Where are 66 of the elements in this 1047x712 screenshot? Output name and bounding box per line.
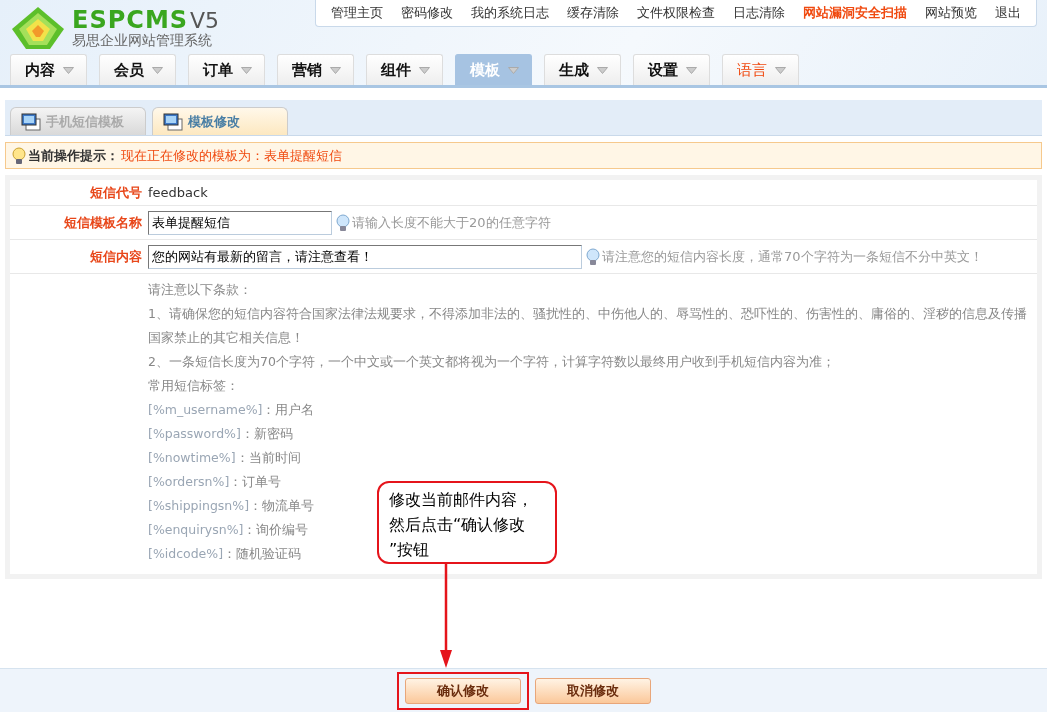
top-link[interactable]: 密码修改 <box>392 3 462 23</box>
tip-message: 现在正在修改的模板为：表单提醒短信 <box>121 146 342 165</box>
caret-icon <box>508 66 519 74</box>
nav-tab[interactable]: 内容 <box>10 54 87 85</box>
cancel-button[interactable]: 取消修改 <box>534 677 651 704</box>
note-text: 2、一条短信长度为70个字符，一个中文或一个英文都将视为一个字符，计算字符数以最终用户收到手机短信内容为准； <box>148 353 836 371</box>
top-link[interactable]: 我的系统日志 <box>462 3 558 23</box>
subtab[interactable]: 模板修改 <box>152 107 288 135</box>
top-link[interactable]: 退出 <box>986 3 1030 23</box>
caret-icon <box>597 66 608 74</box>
input-field[interactable]: 表单提醒短信 <box>148 210 332 235</box>
caret-icon <box>63 66 74 74</box>
nav-tab[interactable]: 设置 <box>633 54 710 85</box>
tag-description: ：当前时间 <box>235 450 301 465</box>
nav-tab[interactable]: 生成 <box>544 54 621 85</box>
caret-icon <box>152 66 163 74</box>
caret-icon <box>419 66 430 74</box>
caret-icon <box>330 66 341 74</box>
caret-icon <box>241 66 252 74</box>
top-link[interactable]: 网站预览 <box>916 3 986 23</box>
tag-description: ：询价编号 <box>243 522 309 537</box>
caret-icon <box>686 66 697 74</box>
top-link[interactable]: 缓存清除 <box>558 3 628 23</box>
nav-tab[interactable]: 营销 <box>277 54 354 85</box>
field-label: 短信模板名称 <box>63 213 143 232</box>
logo-wordmark: ESPCMS <box>72 7 189 32</box>
tag-code: [%m_username%] <box>148 402 263 417</box>
lightbulb-icon <box>586 247 600 266</box>
tag-description: ：新密码 <box>240 426 293 441</box>
nav-tab[interactable]: 订单 <box>188 54 265 85</box>
tag-description: ：物流单号 <box>249 498 315 513</box>
input-field[interactable]: 您的网站有最新的留言，请注意查看！ <box>148 244 582 269</box>
tag-description: ：用户名 <box>262 402 315 417</box>
note-text: 常用短信标签： <box>148 377 240 395</box>
tag-description: ：随机验证码 <box>223 546 302 561</box>
top-link[interactable]: 文件权限检查 <box>628 3 724 23</box>
top-link[interactable]: 日志清除 <box>724 3 794 23</box>
window-icon <box>21 112 41 131</box>
field-value: feedback <box>148 183 208 202</box>
window-icon <box>163 112 183 131</box>
lightbulb-icon <box>12 146 26 165</box>
nav-tab[interactable]: 组件 <box>366 54 443 85</box>
callout-note: 修改当前邮件内容， 然后点击“确认修改 ”按钮 <box>377 481 557 564</box>
note-text: 请注意以下条款： <box>148 281 253 299</box>
tag-code: [%idcode%] <box>148 546 224 561</box>
nav-tab[interactable]: 会员 <box>99 54 176 85</box>
logo-icon <box>10 5 66 52</box>
tag-description: ：订单号 <box>229 474 282 489</box>
field-label: 短信代号 <box>89 183 143 202</box>
tag-code: [%enquirysn%] <box>148 522 244 537</box>
top-link[interactable]: 管理主页 <box>322 3 392 23</box>
tag-code: [%nowtime%] <box>148 450 236 465</box>
tag-code: [%password%] <box>148 426 241 441</box>
note-text: 1、请确保您的短信内容符合国家法律法规要求，不得添加非法的、骚扰性的、中伤他人的、辱骂性的、恐吓性的、伤害性的、庸俗的、淫秽的信息及传播国家禁止的其它相关信息！ <box>148 305 1028 347</box>
hint-text: 请输入长度不能大于20的任意字符 <box>352 213 551 232</box>
logo-subtitle: 易思企业网站管理系统 <box>72 31 213 49</box>
tip-label: 当前操作提示： <box>28 146 119 165</box>
lightbulb-icon <box>336 213 350 232</box>
tag-code: [%ordersn%] <box>148 474 230 489</box>
top-link[interactable]: 网站漏洞安全扫描 <box>794 3 916 23</box>
field-label: 短信内容 <box>89 247 143 266</box>
confirm-button[interactable]: 确认修改 <box>404 677 521 704</box>
nav-tab[interactable]: 语言 <box>722 54 799 85</box>
caret-icon <box>775 66 786 74</box>
tag-code: [%shippingsn%] <box>148 498 250 513</box>
logo-version: V5 <box>190 9 220 32</box>
